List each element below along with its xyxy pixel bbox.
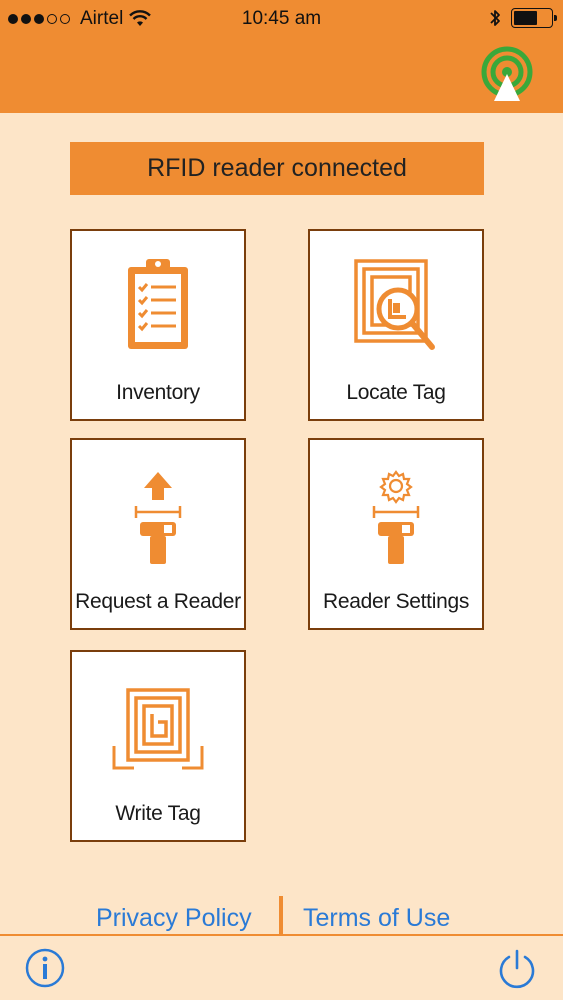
reader-settings-icon — [372, 470, 420, 564]
status-right — [489, 8, 557, 28]
bottom-toolbar — [0, 934, 563, 1000]
footer-links: Privacy Policy Terms of Use — [0, 896, 563, 936]
request-reader-tile[interactable]: Request a Reader — [70, 438, 246, 630]
privacy-policy-link[interactable]: Privacy Policy — [96, 904, 252, 933]
locate-tag-tile[interactable]: Locate Tag — [308, 229, 484, 421]
power-icon[interactable] — [496, 948, 538, 990]
locate-tag-icon — [354, 259, 435, 350]
clipboard-checklist-icon — [128, 259, 188, 349]
inventory-label: Inventory — [116, 381, 200, 404]
reader-settings-label: Reader Settings — [322, 590, 470, 613]
terms-of-use-link[interactable]: Terms of Use — [303, 904, 450, 933]
request-reader-label: Request a Reader — [75, 590, 241, 613]
bluetooth-icon — [490, 10, 500, 26]
locate-tag-label: Locate Tag — [346, 381, 446, 404]
status-time: 10:45 am — [241, 8, 322, 29]
info-icon[interactable] — [25, 948, 65, 988]
write-tag-tile[interactable]: Write Tag — [70, 650, 246, 842]
status-bar: Airtel 10:45 am — [0, 0, 563, 38]
write-tag-label: Write Tag — [115, 802, 201, 825]
rfid-antenna-icon[interactable] — [478, 46, 536, 104]
footer-divider — [279, 896, 283, 934]
reader-settings-tile[interactable]: Reader Settings — [308, 438, 484, 630]
battery-icon — [511, 8, 557, 28]
write-tag-icon — [112, 688, 204, 770]
connection-status-banner: RFID reader connected — [70, 142, 484, 195]
inventory-tile[interactable]: Inventory — [70, 229, 246, 421]
request-reader-icon — [134, 472, 182, 564]
